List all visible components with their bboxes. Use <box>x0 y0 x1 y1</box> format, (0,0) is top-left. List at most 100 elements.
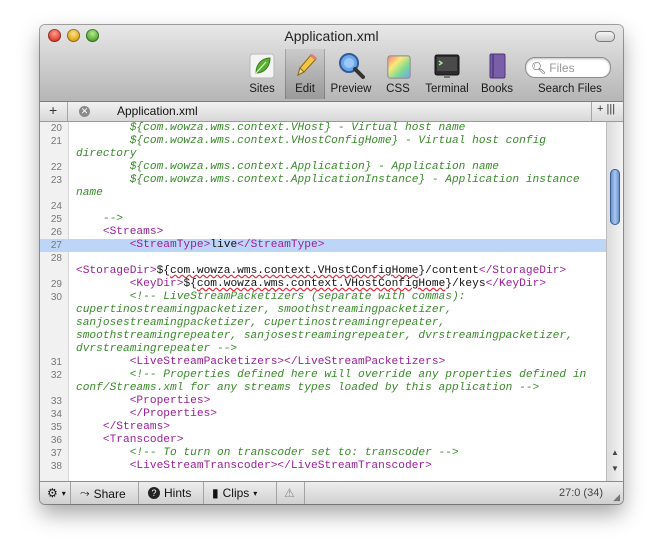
clips-label: Clips <box>222 486 250 500</box>
code-line[interactable]: 23 ${com.wowza.wms.context.ApplicationIn… <box>40 174 606 200</box>
code-line[interactable]: 28 <StorageDir>${com.wowza.wms.context.V… <box>40 252 606 278</box>
tab-application-xml[interactable]: Application.xml <box>117 104 198 118</box>
settings-menu-button[interactable]: ⚙ ▾ <box>47 486 66 500</box>
line-text: <KeyDir>${com.wowza.wms.context.VHostCon… <box>129 278 547 290</box>
divider <box>138 482 139 504</box>
line-number: 37 <box>50 448 62 459</box>
window-title: Application.xml <box>284 28 379 44</box>
search-placeholder: Files <box>549 60 575 75</box>
hints-button[interactable]: ? Hints <box>148 486 191 500</box>
code-line[interactable]: 33 <Properties> <box>40 395 606 408</box>
share-label: Share <box>93 486 126 501</box>
scroll-down-arrow-icon[interactable]: ▼ <box>611 464 619 473</box>
toolbar-edit-button[interactable]: Edit <box>285 49 325 99</box>
toolbar-css-button[interactable]: CSS <box>380 49 416 99</box>
code-line[interactable]: 25 --> <box>40 213 606 226</box>
line-text: <StorageDir>${com.wowza.wms.context.VHos… <box>76 265 567 277</box>
line-text: --> <box>76 213 124 225</box>
search-files-field: 🔍︎ Files Search Files <box>525 57 615 95</box>
code-text-area[interactable]: 20 ${com.wowza.wms.context.VHost} - Virt… <box>40 122 606 481</box>
line-number: 33 <box>50 396 62 407</box>
editor-window: Application.xml Sites Edit Preview CSS T… <box>40 25 623 504</box>
share-button[interactable]: ⤳ Share <box>80 486 126 501</box>
toolbar-terminal-button[interactable]: Terminal <box>422 49 472 99</box>
line-text: <LiveStreamPacketizers></LiveStreamPacke… <box>129 356 446 368</box>
line-number: 32 <box>50 370 62 381</box>
close-tab-icon[interactable]: ✕ <box>79 106 90 117</box>
code-line[interactable]: 22 ${com.wowza.wms.context.Application} … <box>40 161 606 174</box>
code-line[interactable]: 37 <!-- To turn on transcoder set to: tr… <box>40 447 606 460</box>
code-line[interactable]: 20 ${com.wowza.wms.context.VHost} - Virt… <box>40 122 606 135</box>
resize-grip-icon[interactable]: ◢ <box>613 492 620 503</box>
line-number: 26 <box>50 227 62 238</box>
code-line[interactable]: 29 <KeyDir>${com.wowza.wms.context.VHost… <box>40 278 606 291</box>
line-number: 30 <box>50 292 62 303</box>
line-text: ${com.wowza.wms.context.VHost} - Virtual… <box>76 122 466 134</box>
line-text: <!-- To turn on transcoder set to: trans… <box>76 447 459 459</box>
line-number: 27 <box>50 240 62 251</box>
code-editor[interactable]: 20 ${com.wowza.wms.context.VHost} - Virt… <box>40 122 623 481</box>
code-line[interactable]: 21 ${com.wowza.wms.context.VHostConfigHo… <box>40 135 606 161</box>
question-icon: ? <box>148 487 160 499</box>
toolbar-preview-button[interactable]: Preview <box>330 49 372 99</box>
code-line[interactable]: 36 <Transcoder> <box>40 434 606 447</box>
clips-menu-button[interactable]: ▮ Clips ▾ <box>212 486 257 500</box>
line-number: 28 <box>50 253 62 264</box>
line-number: 23 <box>50 175 62 186</box>
cursor-position: 27:0 (34) <box>558 487 603 499</box>
divider <box>304 482 305 504</box>
toolbar: Sites Edit Preview CSS Terminal Books 🔍︎… <box>40 49 623 99</box>
line-text: ${com.wowza.wms.context.ApplicationInsta… <box>76 174 587 199</box>
line-number: 35 <box>50 422 62 433</box>
code-line[interactable]: 24 <box>40 200 606 213</box>
toolbar-label: Terminal <box>425 83 469 95</box>
line-text: <Transcoder> <box>102 434 184 446</box>
magnifier-icon <box>339 53 365 79</box>
tab-bar: + ✕ Application.xml + ||| <box>40 102 623 122</box>
line-number: 24 <box>50 201 62 212</box>
line-number: 29 <box>50 279 62 290</box>
line-number: 21 <box>50 136 62 147</box>
divider <box>70 482 71 504</box>
scrollbar-thumb[interactable] <box>610 169 620 225</box>
toolbar-label: CSS <box>386 83 410 95</box>
line-text: <StreamType>live</StreamType> <box>129 239 325 251</box>
vertical-scrollbar[interactable]: ▲ ▼ <box>606 122 623 481</box>
code-line[interactable]: 27 <StreamType>live</StreamType> <box>40 239 606 252</box>
scroll-up-arrow-icon[interactable]: ▲ <box>611 448 619 457</box>
line-number: 34 <box>50 409 62 420</box>
code-line[interactable]: 30 <!-- LiveStreamPacketizers (separate … <box>40 291 606 356</box>
toolbar-books-button[interactable]: Books <box>478 49 516 99</box>
code-line[interactable]: 32 <!-- Properties defined here will ove… <box>40 369 606 395</box>
line-number: 31 <box>50 357 62 368</box>
share-icon: ⤳ <box>80 486 90 500</box>
toolbar-label: Sites <box>249 83 275 95</box>
search-input[interactable]: 🔍︎ Files <box>525 57 611 78</box>
line-text: </Streams> <box>102 421 170 433</box>
divider <box>591 102 592 121</box>
chevron-down-icon: ▾ <box>253 488 258 498</box>
toolbar-label: Books <box>481 83 513 95</box>
pencil-icon <box>297 53 317 76</box>
code-line[interactable]: 38 <LiveStreamTranscoder></LiveStreamTra… <box>40 460 606 473</box>
toolbar-sites-button[interactable]: Sites <box>244 49 280 99</box>
toolbar-toggle-button[interactable] <box>595 31 615 42</box>
warning-button[interactable]: ⚠ <box>284 486 295 500</box>
line-number: 36 <box>50 435 62 446</box>
hints-label: Hints <box>164 486 192 500</box>
code-line[interactable]: 35 </Streams> <box>40 421 606 434</box>
new-tab-button[interactable]: + <box>49 102 57 118</box>
gear-icon: ⚙ <box>47 486 58 500</box>
divider <box>67 102 68 121</box>
line-text: ${com.wowza.wms.context.VHostConfigHome}… <box>76 135 553 160</box>
code-line[interactable]: 26 <Streams> <box>40 226 606 239</box>
line-text: <Streams> <box>102 226 164 238</box>
line-text: <LiveStreamTranscoder></LiveStreamTransc… <box>129 460 432 472</box>
code-line[interactable]: 34 </Properties> <box>40 408 606 421</box>
code-line[interactable]: 31 <LiveStreamPacketizers></LiveStreamPa… <box>40 356 606 369</box>
book-icon <box>489 53 506 79</box>
toolbar-label: Edit <box>295 83 315 95</box>
color-palette-icon <box>387 55 411 79</box>
split-view-control[interactable]: + ||| <box>597 103 615 115</box>
chevron-down-icon: ▾ <box>61 488 66 498</box>
